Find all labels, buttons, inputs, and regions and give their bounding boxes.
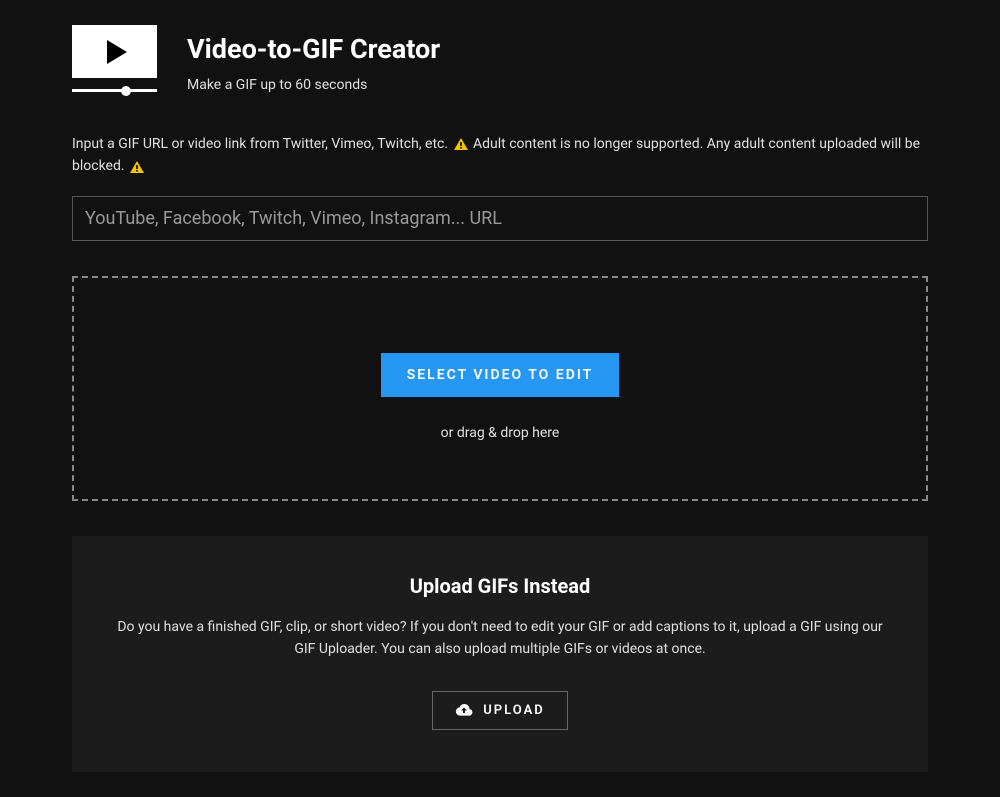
- upload-section-description: Do you have a finished GIF, clip, or sho…: [117, 616, 883, 661]
- url-input[interactable]: [72, 196, 928, 241]
- cloud-upload-icon: [455, 703, 473, 717]
- dropzone[interactable]: SELECT VIDEO TO EDIT or drag & drop here: [72, 276, 928, 501]
- instructions-text: Input a GIF URL or video link from Twitt…: [72, 133, 928, 178]
- upload-button[interactable]: UPLOAD: [432, 691, 567, 730]
- page-title: Video-to-GIF Creator: [187, 33, 440, 65]
- instructions-part1: Input a GIF URL or video link from Twitt…: [72, 136, 452, 152]
- upload-button-label: UPLOAD: [483, 703, 544, 718]
- header: Video-to-GIF Creator Make a GIF up to 60…: [72, 25, 928, 93]
- play-icon: [72, 25, 157, 78]
- upload-section-title: Upload GIFs Instead: [117, 574, 883, 598]
- page-subtitle: Make a GIF up to 60 seconds: [187, 77, 440, 93]
- warning-icon: [454, 138, 468, 150]
- drag-drop-text: or drag & drop here: [94, 425, 906, 441]
- warning-icon: [130, 161, 144, 173]
- progress-bar-icon: [72, 89, 157, 92]
- select-video-button[interactable]: SELECT VIDEO TO EDIT: [381, 353, 620, 397]
- upload-gifs-section: Upload GIFs Instead Do you have a finish…: [72, 536, 928, 772]
- video-logo: [72, 25, 157, 92]
